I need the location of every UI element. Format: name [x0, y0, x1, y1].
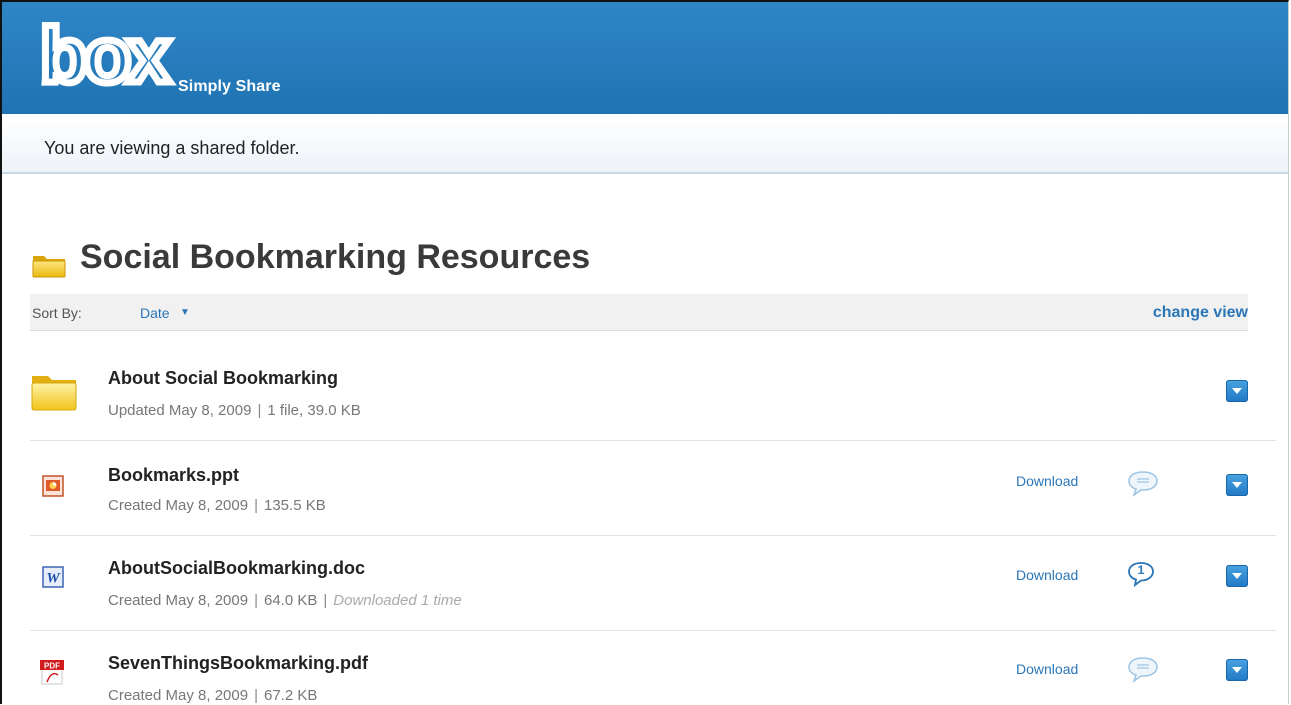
item-menu-button[interactable] [1226, 659, 1248, 681]
item-meta: Updated May 8, 2009 | 1 file, 39.0 KB [108, 402, 361, 419]
notice-text: You are viewing a shared folder. [44, 138, 300, 158]
sort-bar: Sort By: Date ▼ change view [30, 294, 1248, 331]
download-link[interactable]: Download [1016, 567, 1078, 583]
item-meta: Created May 8, 2009 | 135.5 KB [108, 497, 326, 514]
chevron-down-icon [1232, 482, 1242, 488]
item-menu-button[interactable] [1226, 474, 1248, 496]
list-item[interactable]: About Social Bookmarking Updated May 8, … [30, 346, 1276, 441]
item-meta: Created May 8, 2009 | 64.0 KB | Downloaded 1… [108, 592, 462, 609]
tagline: Simply Share [178, 78, 281, 95]
item-name[interactable]: Bookmarks.ppt [108, 465, 239, 486]
chevron-down-icon[interactable]: ▼ [180, 307, 190, 318]
download-link[interactable]: Download [1016, 661, 1078, 677]
change-view-link[interactable]: change view [1153, 304, 1248, 322]
download-link[interactable]: Download [1016, 473, 1078, 489]
word-file-icon: W [42, 566, 64, 588]
comment-count-icon[interactable]: 1 [1126, 560, 1160, 588]
pdf-file-icon: PDF [40, 660, 64, 685]
svg-text:W: W [46, 571, 61, 587]
browser-viewport: box Simply Share You are viewing a share… [0, 0, 1289, 704]
item-menu-button[interactable] [1226, 380, 1248, 402]
list-item[interactable]: Bookmarks.ppt Created May 8, 2009 | 135.5 … [30, 441, 1276, 536]
list-item[interactable]: PDF SevenThingsBookmarking.pdf Created M… [30, 631, 1276, 704]
folder-icon [31, 376, 77, 411]
shared-folder-notice: You are viewing a shared folder. [2, 114, 1288, 174]
chevron-down-icon [1232, 388, 1242, 394]
sort-dropdown[interactable]: Date [140, 305, 170, 321]
top-header: box Simply Share [2, 2, 1288, 114]
svg-text:PDF: PDF [44, 662, 60, 671]
item-name[interactable]: AboutSocialBookmarking.doc [108, 558, 365, 579]
list-item[interactable]: W AboutSocialBookmarking.doc Created May… [30, 536, 1276, 631]
item-meta: Created May 8, 2009 | 67.2 KB [108, 687, 318, 704]
comment-icon[interactable] [1126, 469, 1160, 497]
item-menu-button[interactable] [1226, 565, 1248, 587]
item-name[interactable]: About Social Bookmarking [108, 368, 338, 389]
comment-count: 1 [1137, 563, 1145, 577]
svg-text:box: box [40, 14, 170, 99]
box-logo[interactable]: box [40, 14, 180, 104]
folder-title: Social Bookmarking Resources [80, 238, 591, 276]
folder-icon [32, 256, 66, 278]
item-name[interactable]: SevenThingsBookmarking.pdf [108, 653, 368, 674]
sort-label: Sort By: [32, 305, 82, 321]
comment-icon[interactable] [1126, 655, 1160, 683]
chevron-down-icon [1232, 667, 1242, 673]
powerpoint-file-icon [42, 475, 64, 497]
chevron-down-icon [1232, 573, 1242, 579]
